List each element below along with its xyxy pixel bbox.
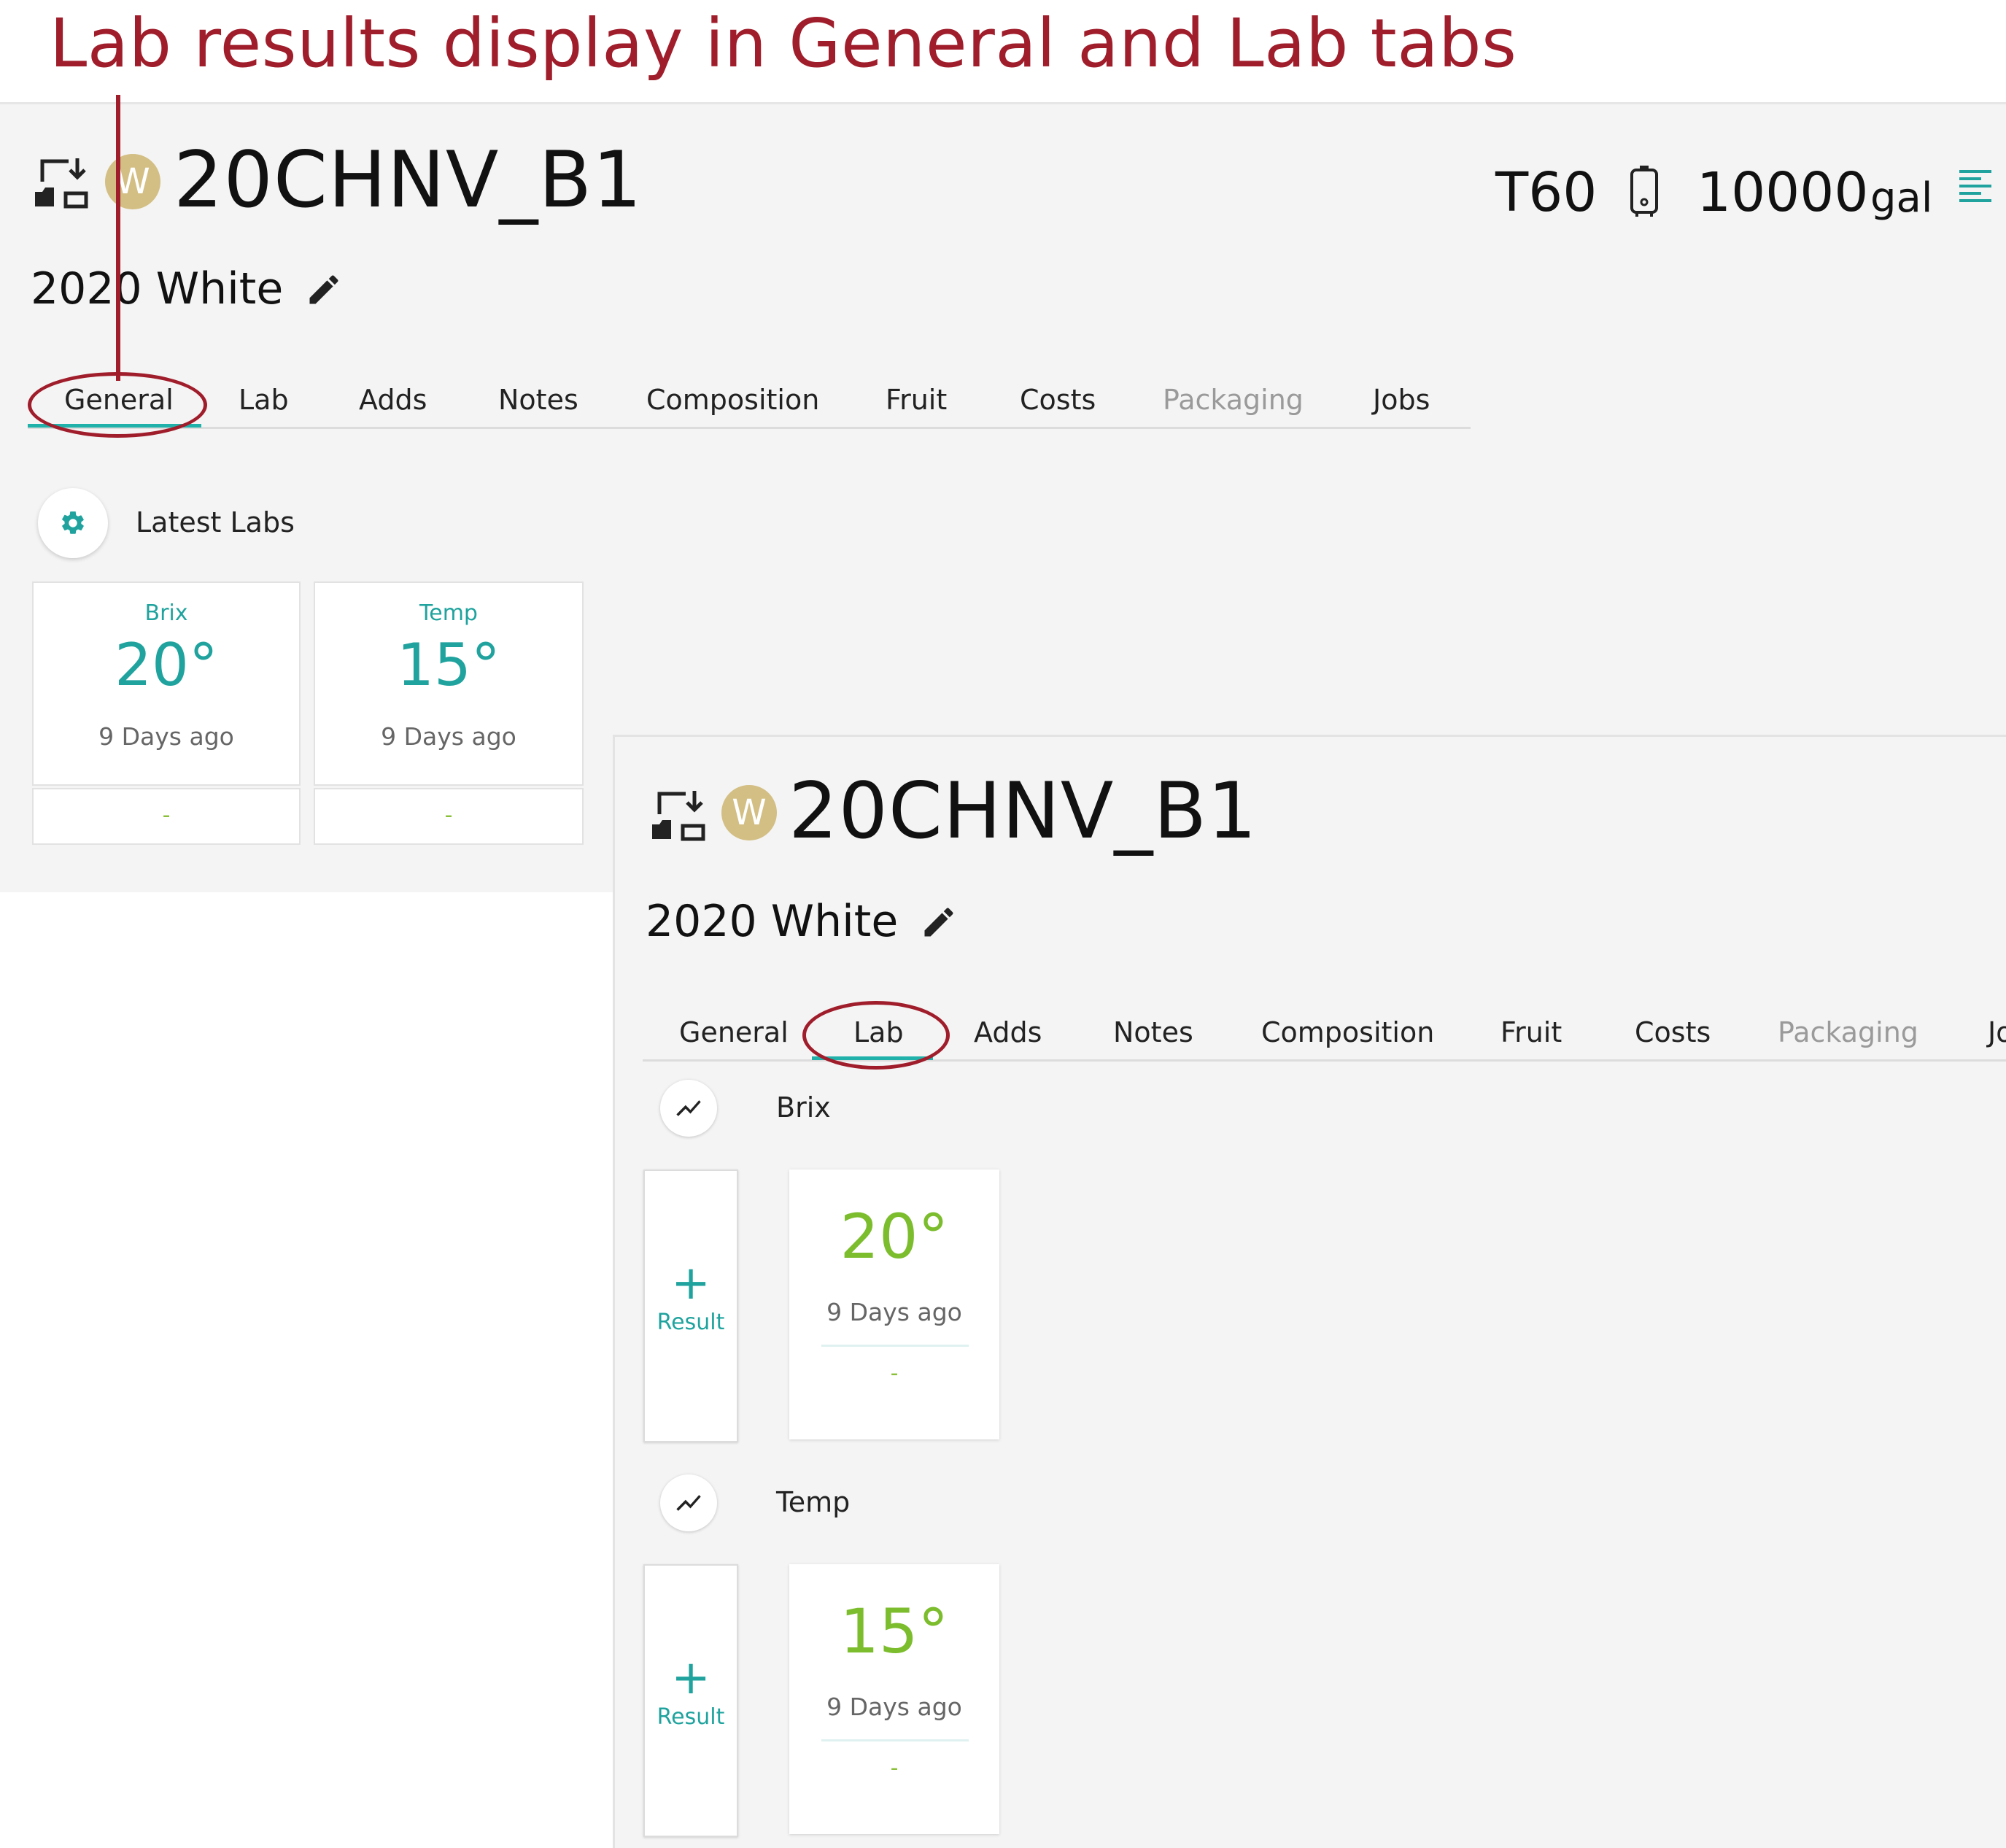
tab-packaging: Packaging	[1163, 384, 1304, 416]
tab-composition[interactable]: Composition	[646, 376, 819, 424]
tab-adds[interactable]: Adds	[974, 1008, 1042, 1056]
divider	[821, 1345, 969, 1347]
lab-result-card[interactable]: 15° 9 Days ago -	[789, 1564, 999, 1834]
tab-notes[interactable]: Notes	[1113, 1008, 1193, 1056]
tab-notes[interactable]: Notes	[498, 376, 578, 424]
card-footer-value: -	[162, 803, 171, 828]
avatar: W	[105, 154, 160, 209]
tab-fruit[interactable]: Fruit	[886, 376, 947, 424]
latest-labs-title: Latest Labs	[136, 506, 295, 538]
card-footer: -	[32, 788, 301, 845]
card-time: 9 Days ago	[98, 722, 234, 751]
result-value: 15°	[840, 1596, 949, 1667]
result-value: 20°	[840, 1201, 949, 1272]
section-title-temp: Temp	[776, 1486, 851, 1518]
batch-name: 20CHNV_B1	[174, 135, 643, 225]
card-footer-value: -	[444, 803, 453, 828]
annotation-title: Lab results display in General and Lab t…	[50, 4, 1517, 82]
card-value: 20°	[115, 631, 218, 699]
result-footer: -	[890, 1755, 899, 1781]
tab-general[interactable]: General	[679, 1008, 789, 1056]
divider	[821, 1739, 969, 1741]
plus-icon: +	[671, 1651, 710, 1705]
volume-value: 10000	[1697, 161, 1869, 224]
lab-summary-card[interactable]: Brix 20° 9 Days ago	[32, 581, 301, 786]
add-result-button[interactable]: + Result	[643, 1170, 738, 1442]
lab-tab-screenshot: W 20CHNV_B1 2020 White General Lab Adds …	[613, 735, 2006, 1848]
annotation-pointer-line	[116, 95, 120, 381]
tab-costs[interactable]: Costs	[1635, 1008, 1711, 1056]
add-result-label: Result	[657, 1704, 725, 1730]
temp-trend-button[interactable]	[660, 1474, 717, 1531]
avatar: W	[721, 785, 777, 840]
card-footer: -	[314, 788, 584, 845]
batch-name: 20CHNV_B1	[789, 766, 1258, 856]
batch-transfer-icon[interactable]	[649, 788, 708, 843]
add-result-button[interactable]: + Result	[643, 1564, 738, 1837]
result-time: 9 Days ago	[826, 1298, 962, 1326]
settings-gear-button[interactable]	[38, 488, 108, 558]
edit-pencil-icon[interactable]	[920, 903, 958, 941]
plus-icon: +	[671, 1256, 710, 1310]
add-result-label: Result	[657, 1310, 725, 1335]
edit-pencil-icon[interactable]	[305, 271, 343, 309]
lab-result-card[interactable]: 20° 9 Days ago -	[789, 1170, 999, 1439]
card-label: Brix	[144, 600, 188, 626]
card-value: 15°	[397, 631, 500, 699]
tab-lab[interactable]: Lab	[239, 376, 289, 424]
tab-fruit[interactable]: Fruit	[1500, 1008, 1562, 1056]
tab-adds[interactable]: Adds	[359, 376, 427, 424]
section-title-brix: Brix	[776, 1091, 831, 1124]
tab-packaging: Packaging	[1778, 1016, 1918, 1048]
tab-jobs[interactable]: Jobs	[1373, 376, 1430, 424]
lab-summary-card[interactable]: Temp 15° 9 Days ago	[314, 581, 584, 786]
trend-chart-icon	[676, 1495, 701, 1511]
annotation-circle-general-tab	[28, 372, 207, 438]
batch-description: 2020 White	[31, 263, 284, 314]
tab-jobs-partial[interactable]: Jo	[1988, 1008, 2006, 1056]
tank-icon	[1628, 166, 1660, 218]
annotation-circle-lab-tab	[802, 1001, 950, 1070]
tab-bar: General Lab Adds Notes Composition Fruit…	[28, 376, 1471, 429]
tank-label: T60	[1495, 161, 1598, 224]
volume-unit: gal	[1870, 174, 1933, 222]
gear-icon	[62, 511, 84, 534]
brix-trend-button[interactable]	[660, 1080, 717, 1137]
batch-description: 2020 White	[646, 896, 899, 947]
result-footer: -	[890, 1361, 899, 1386]
card-label: Temp	[419, 600, 478, 626]
tab-composition[interactable]: Composition	[1261, 1008, 1434, 1056]
batch-transfer-icon[interactable]	[32, 155, 90, 211]
tab-costs[interactable]: Costs	[1020, 376, 1096, 424]
result-time: 9 Days ago	[826, 1693, 962, 1721]
trend-chart-icon	[676, 1100, 701, 1116]
card-time: 9 Days ago	[381, 722, 516, 751]
list-menu-icon[interactable]	[1958, 169, 1993, 205]
